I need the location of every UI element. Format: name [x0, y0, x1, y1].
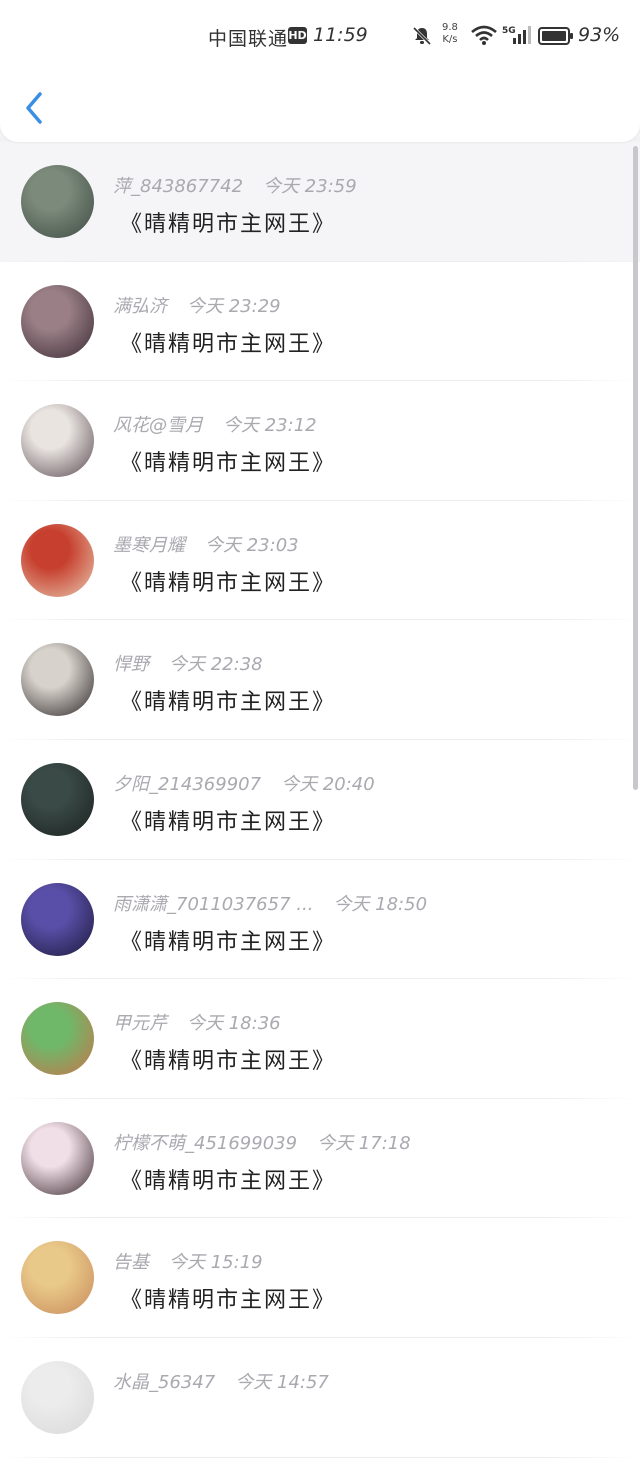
list-item[interactable]: 雨潇潇_7011037657 ... 今天 18:50 《晴精明市主网王》 — [0, 859, 640, 980]
comment-time: 今天 17:18 — [317, 1132, 411, 1154]
comment-time: 今天 23:29 — [187, 295, 281, 317]
comment-text: 《晴精明市主网王》 — [120, 570, 337, 596]
avatar[interactable] — [21, 284, 94, 358]
divider — [0, 1456, 640, 1458]
avatar[interactable] — [21, 165, 94, 238]
list-item[interactable]: 甲元芹 今天 18:36 《晴精明市主网王》 — [0, 979, 640, 1099]
chevron-left-icon — [26, 92, 42, 124]
bell-muted-icon — [412, 26, 432, 51]
comment-text: 《晴精明市主网王》 — [120, 1288, 337, 1314]
comment-time: 今天 23:12 — [223, 415, 317, 437]
comment-time: 今天 18:36 — [187, 1013, 281, 1035]
comment-meta: 墨寒月耀 今天 23:03 — [113, 531, 299, 557]
comment-meta: 风花@雪月 今天 23:12 — [113, 411, 317, 437]
comment-list[interactable]: 萍_843867742 今天 23:59 《晴精明市主网王》 满弘济 今天 23:29 《… — [0, 142, 640, 1458]
hd-badge: HD — [288, 27, 307, 44]
comment-time: 今天 23:59 — [263, 176, 357, 197]
comment-text: 《晴精明市主网王》 — [120, 690, 337, 716]
comment-time: 今天 18:50 — [333, 893, 428, 915]
user-name[interactable]: 墨寒月耀 — [113, 535, 185, 556]
user-name[interactable]: 柠檬不萌_451699039 — [113, 1133, 297, 1154]
list-item[interactable]: 满弘济 今天 23:29 《晴精明市主网王》 — [0, 261, 640, 382]
list-item[interactable]: 萍_843867742 今天 23:59 《晴精明市主网王》 — [0, 142, 640, 262]
user-name[interactable]: 满弘济 — [113, 296, 167, 317]
user-name[interactable]: 夕阳_214369907 — [113, 774, 261, 795]
avatar[interactable] — [21, 1121, 94, 1195]
comment-meta: 夕阳_214369907 今天 20:40 — [113, 770, 375, 796]
comment-meta: 悍野 今天 22:38 — [113, 650, 263, 676]
header-bar: 中国联通 HD 11:59 9.8 K/s 5G 93% — [0, 0, 640, 142]
carrier-label: 中国联通 — [208, 28, 289, 50]
avatar[interactable] — [21, 1360, 94, 1434]
comment-text: 《晴精明市主网王》 — [120, 1049, 337, 1075]
battery-icon — [538, 26, 574, 51]
user-name[interactable]: 甲元芹 — [113, 1013, 167, 1034]
net-speed-unit: K/s — [442, 34, 458, 45]
avatar[interactable] — [21, 643, 94, 717]
list-item[interactable]: 墨寒月耀 今天 23:03 《晴精明市主网王》 — [0, 500, 640, 621]
list-item[interactable]: 水晶_56347 今天 14:57 — [0, 1337, 640, 1458]
signal-5g-icon: 5G — [502, 24, 532, 51]
comment-text: 《晴精明市主网王》 — [120, 1168, 337, 1194]
comment-meta: 柠檬不萌_451699039 今天 17:18 — [113, 1129, 411, 1155]
svg-text:5G: 5G — [502, 26, 516, 36]
avatar[interactable] — [21, 523, 94, 597]
net-speed-value: 9.8 — [442, 22, 458, 33]
scrollbar[interactable] — [633, 146, 638, 790]
comment-text: 《晴精明市主网王》 — [120, 212, 337, 237]
status-time: 11:59 — [313, 24, 368, 46]
comment-time: 今天 22:38 — [169, 654, 263, 676]
user-name[interactable]: 雨潇潇_7011037657 ... — [113, 894, 313, 915]
wifi-icon — [470, 24, 498, 51]
comment-meta: 水晶_56347 今天 14:57 — [113, 1368, 329, 1394]
comment-text: 《晴精明市主网王》 — [120, 331, 337, 357]
net-speed: 9.8 K/s — [442, 22, 458, 46]
comment-time: 今天 20:40 — [281, 773, 375, 795]
comment-meta: 雨潇潇_7011037657 ... 今天 18:50 — [113, 890, 427, 916]
avatar[interactable] — [21, 882, 94, 956]
battery-percent: 93% — [578, 24, 621, 46]
back-button[interactable] — [18, 86, 52, 130]
user-name[interactable]: 水晶_56347 — [113, 1372, 215, 1393]
user-name[interactable]: 告基 — [113, 1252, 149, 1273]
list-item[interactable]: 告基 今天 15:19 《晴精明市主网王》 — [0, 1218, 640, 1338]
user-name[interactable]: 风花@雪月 — [113, 415, 203, 436]
list-item[interactable]: 风花@雪月 今天 23:12 《晴精明市主网王》 — [0, 381, 640, 501]
comment-meta: 萍_843867742 今天 23:59 — [113, 172, 357, 198]
user-name[interactable]: 悍野 — [113, 654, 149, 675]
comment-text: 《晴精明市主网王》 — [120, 929, 337, 955]
comment-meta: 告基 今天 15:19 — [113, 1248, 263, 1274]
status-bar: 中国联通 HD 11:59 9.8 K/s 5G 93% — [0, 18, 640, 54]
avatar[interactable] — [21, 1241, 94, 1315]
comment-time: 今天 23:03 — [205, 534, 299, 556]
comment-time: 今天 15:19 — [169, 1252, 263, 1274]
avatar[interactable] — [21, 1002, 94, 1076]
list-item[interactable]: 悍野 今天 22:38 《晴精明市主网王》 — [0, 620, 640, 740]
comment-meta: 甲元芹 今天 18:36 — [113, 1009, 281, 1035]
comment-meta: 满弘济 今天 23:29 — [113, 292, 281, 318]
user-name[interactable]: 萍_843867742 — [113, 176, 243, 197]
comment-text: 《晴精明市主网王》 — [120, 809, 337, 835]
list-item[interactable]: 夕阳_214369907 今天 20:40 《晴精明市主网王》 — [0, 739, 640, 860]
comment-time: 今天 14:57 — [235, 1371, 329, 1393]
list-item[interactable]: 柠檬不萌_451699039 今天 17:18 《晴精明市主网王》 — [0, 1098, 640, 1219]
avatar[interactable] — [21, 404, 94, 478]
avatar[interactable] — [21, 762, 94, 836]
comment-text: 《晴精明市主网王》 — [120, 451, 337, 477]
